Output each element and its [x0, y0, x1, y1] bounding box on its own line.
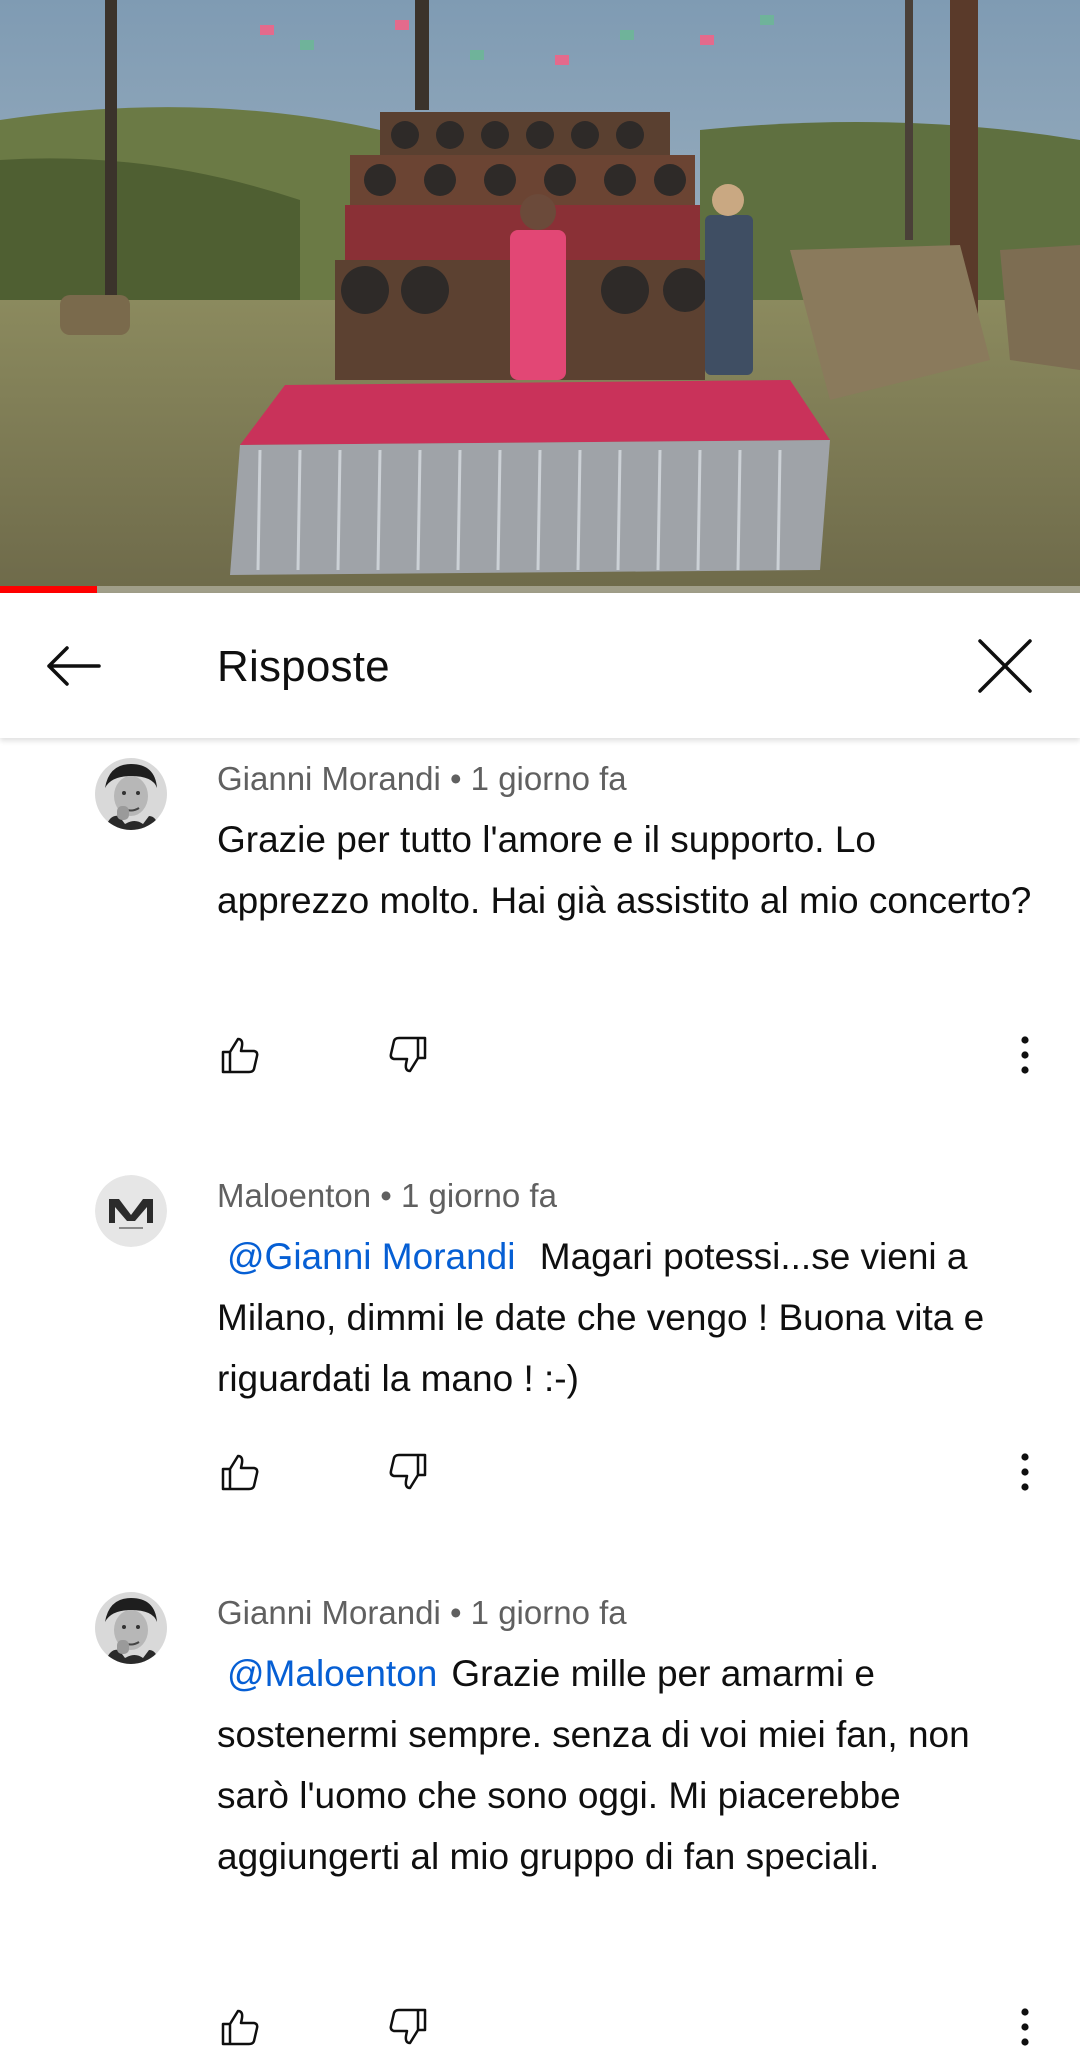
meta-separator: • — [440, 1594, 471, 1631]
comment-time: 1 giorno fa — [470, 760, 627, 797]
dislike-button[interactable] — [378, 1442, 438, 1502]
thumbs-up-icon — [221, 2009, 259, 2046]
comment-actions — [0, 1997, 1080, 2057]
more-options-button[interactable] — [1005, 1025, 1045, 1085]
comment-author[interactable]: Gianni Morandi — [217, 760, 441, 797]
video-frame — [0, 0, 1080, 593]
thumbs-up-icon — [221, 1037, 259, 1074]
back-button[interactable] — [40, 633, 106, 699]
comment-text: @Gianni Morandi Magari potessi...se vien… — [217, 1226, 1037, 1409]
mention-link[interactable]: @Maloenton — [227, 1653, 437, 1694]
comment-item: Gianni Morandi • 1 giorno fa @Maloenton G… — [0, 1572, 1080, 2064]
video-progress-fill — [0, 586, 98, 593]
comment-meta: Gianni Morandi • 1 giorno fa — [217, 758, 627, 800]
close-button[interactable] — [972, 633, 1038, 699]
thumbs-down-icon — [389, 1036, 427, 1073]
replies-header: Risposte — [0, 593, 1080, 738]
video-progress-bar[interactable] — [0, 586, 1080, 593]
comment-author[interactable]: Maloenton — [217, 1177, 371, 1214]
like-button[interactable] — [210, 1442, 270, 1502]
comment-actions — [0, 1025, 1080, 1085]
dislike-button[interactable] — [378, 1997, 438, 2057]
comment-actions — [0, 1442, 1080, 1502]
dislike-button[interactable] — [378, 1025, 438, 1085]
comment-text: Grazie per tutto l'amore e il supporto. … — [217, 809, 1037, 931]
comment-item: Maloenton • 1 giorno fa @Gianni Morandi … — [0, 1155, 1080, 1572]
avatar[interactable] — [95, 1592, 167, 1664]
meta-separator: • — [371, 1177, 401, 1214]
comment-time: 1 giorno fa — [470, 1594, 627, 1631]
more-vertical-icon — [1021, 2008, 1029, 2046]
arrow-back-icon — [47, 646, 101, 686]
mention-link[interactable]: @Gianni Morandi — [227, 1236, 515, 1277]
page-title: Risposte — [217, 642, 390, 691]
like-button[interactable] — [210, 1997, 270, 2057]
comment-author[interactable]: Gianni Morandi — [217, 1594, 441, 1631]
avatar-photo — [95, 1592, 167, 1664]
thumbs-down-icon — [389, 1453, 427, 1490]
more-vertical-icon — [1021, 1453, 1029, 1491]
comment-item: Gianni Morandi • 1 giorno fa Grazie per … — [0, 738, 1080, 1155]
thumbs-up-icon — [221, 1454, 259, 1491]
meta-separator: • — [440, 760, 471, 797]
more-options-button[interactable] — [1005, 1997, 1045, 2057]
close-icon — [978, 639, 1032, 693]
avatar[interactable] — [95, 758, 167, 830]
comment-meta: Maloenton • 1 giorno fa — [217, 1175, 557, 1217]
thumbs-down-icon — [389, 2008, 427, 2045]
video-player[interactable] — [0, 0, 1080, 593]
avatar-photo — [95, 758, 167, 830]
comment-meta: Gianni Morandi • 1 giorno fa — [217, 1592, 627, 1634]
avatar-logo-m — [95, 1175, 167, 1247]
comment-text: @Maloenton Grazie mille per amarmi e sost… — [217, 1643, 1037, 1887]
more-options-button[interactable] — [1005, 1442, 1045, 1502]
more-vertical-icon — [1021, 1036, 1029, 1074]
comment-time: 1 giorno fa — [401, 1177, 557, 1214]
comment-text-content: Grazie per tutto l'amore e il supporto. … — [217, 819, 1032, 921]
avatar[interactable] — [95, 1175, 167, 1247]
like-button[interactable] — [210, 1025, 270, 1085]
